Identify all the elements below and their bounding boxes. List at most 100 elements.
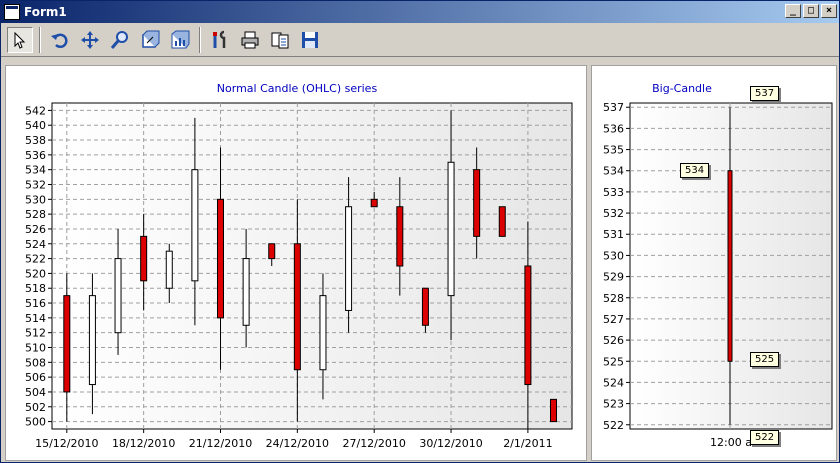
- y-tick-label: 530: [25, 193, 46, 206]
- y-tick-label: 524: [603, 376, 624, 389]
- big-candle-chart: 522 523 524 525 526 527 528 529 530 531 532 533 534 5…: [603, 101, 833, 449]
- rotate-tool-button[interactable]: [47, 27, 73, 53]
- print-icon: [241, 31, 259, 48]
- y-tick-label: 512: [25, 327, 46, 340]
- x-tick-label: 2/1/2011: [503, 437, 552, 450]
- candle-body[interactable]: [345, 206, 353, 311]
- y-tick-label: 528: [603, 292, 624, 305]
- y-tick-label: 534: [603, 165, 624, 178]
- candle-body[interactable]: [396, 206, 404, 267]
- rotate-icon: [51, 33, 68, 48]
- window-title: Form1: [24, 5, 67, 19]
- y-tick-label: 536: [603, 122, 624, 135]
- pointer-icon: [14, 31, 26, 49]
- candle-body[interactable]: [140, 235, 148, 282]
- save-button[interactable]: [297, 27, 323, 53]
- candle-body[interactable]: [63, 295, 71, 393]
- y-tick-label: 502: [25, 401, 46, 414]
- y-tick-label: 535: [603, 144, 624, 157]
- y-tick-label: 504: [25, 386, 46, 399]
- toolbar-separator: [199, 26, 201, 53]
- candle-body[interactable]: [550, 398, 558, 423]
- close-callout: 525: [750, 352, 780, 367]
- copy-icon: [271, 32, 289, 48]
- candle-body[interactable]: [447, 161, 455, 297]
- plot-area: [51, 102, 573, 430]
- maximize-button[interactable]: □: [803, 4, 819, 18]
- close-button[interactable]: ×: [821, 4, 837, 18]
- y-tick-label: 537: [603, 101, 624, 114]
- y-tick-label: 523: [603, 398, 624, 411]
- candle-body[interactable]: [421, 287, 429, 326]
- minimize-button[interactable]: _: [785, 4, 801, 18]
- tools-icon: [213, 30, 226, 48]
- y-tick-label: 540: [25, 119, 46, 132]
- y-tick-label: 522: [25, 253, 46, 266]
- save-icon: [302, 31, 318, 48]
- toolbar: [1, 23, 839, 57]
- y-tick-label: 516: [25, 297, 46, 310]
- y-tick-label: 526: [25, 223, 46, 236]
- x-tick-label: 15/12/2010: [35, 437, 98, 450]
- edit-3d-button[interactable]: [137, 27, 163, 53]
- y-tick-label: 538: [25, 134, 46, 147]
- edit-3d-icon: [142, 30, 160, 48]
- y-tick-label: 526: [603, 334, 624, 347]
- y-tick-label: 533: [603, 186, 624, 199]
- app-window: Form1 _ □ × Normal Candle (OHLC) series …: [0, 0, 840, 463]
- y-tick-label: 510: [25, 342, 46, 355]
- y-tick-label: 530: [603, 249, 624, 262]
- candle-chart: 500 502 504 506 508510 512 514 516 518 520522 524 5…: [25, 102, 573, 450]
- candle-body[interactable]: [498, 206, 506, 237]
- candle-body[interactable]: [473, 169, 481, 237]
- y-tick-label: 525: [603, 355, 624, 368]
- tools-button[interactable]: [207, 27, 233, 53]
- y-tick-label: 524: [25, 238, 46, 251]
- pointer-tool-button[interactable]: [7, 26, 33, 53]
- y-tick-label: 514: [25, 312, 46, 325]
- y-tick-label: 500: [25, 416, 46, 429]
- y-tick-label: 506: [25, 371, 46, 384]
- y-tick-label: 542: [25, 104, 46, 117]
- candle-body[interactable]: [524, 265, 532, 386]
- candle-body[interactable]: [217, 198, 225, 319]
- y-tick-label: 534: [25, 164, 46, 177]
- candle-body[interactable]: [268, 243, 276, 260]
- y-tick-label: 528: [25, 208, 46, 221]
- open-callout: 534: [680, 163, 710, 178]
- big-candle-panel[interactable]: Big-Candle 522 523 524 525 526 527 528 529 530 53…: [591, 65, 837, 461]
- x-tick-label: 30/12/2010: [419, 437, 482, 450]
- candle-body[interactable]: [319, 295, 327, 371]
- candle-body[interactable]: [88, 295, 96, 386]
- chart-gallery-icon: [171, 30, 190, 48]
- y-tick-label: 520: [25, 267, 46, 280]
- copy-button[interactable]: [267, 27, 293, 53]
- candle-body[interactable]: [242, 258, 250, 326]
- x-tick-label: 18/12/2010: [112, 437, 175, 450]
- x-tick-label: 27/12/2010: [342, 437, 405, 450]
- candle-body[interactable]: [727, 170, 733, 362]
- y-tick-label: 532: [603, 207, 624, 220]
- candle-body[interactable]: [293, 243, 301, 371]
- candle-body[interactable]: [191, 169, 199, 282]
- low-callout: 522: [750, 430, 780, 445]
- y-tick-label: 518: [25, 282, 46, 295]
- y-tick-label: 529: [603, 271, 624, 284]
- x-tick-label: 21/12/2010: [189, 437, 252, 450]
- y-tick-label: 527: [603, 313, 624, 326]
- candle-body[interactable]: [165, 250, 173, 289]
- title-bar[interactable]: Form1 _ □ ×: [1, 1, 839, 23]
- zoom-tool-button[interactable]: [107, 27, 133, 53]
- y-tick-label: 531: [603, 228, 624, 241]
- high-callout: 537: [750, 86, 780, 101]
- move-icon: [81, 30, 99, 49]
- candle-chart-panel[interactable]: Normal Candle (OHLC) series 500 502 504 506…: [5, 65, 587, 461]
- print-button[interactable]: [237, 27, 263, 53]
- candle-body[interactable]: [370, 198, 378, 208]
- zoom-icon: [110, 30, 128, 49]
- candle-body[interactable]: [114, 258, 122, 334]
- move-tool-button[interactable]: [77, 27, 103, 53]
- x-tick-label: 24/12/2010: [266, 437, 329, 450]
- y-tick-label: 508: [25, 356, 46, 369]
- chart-gallery-button[interactable]: [167, 27, 193, 53]
